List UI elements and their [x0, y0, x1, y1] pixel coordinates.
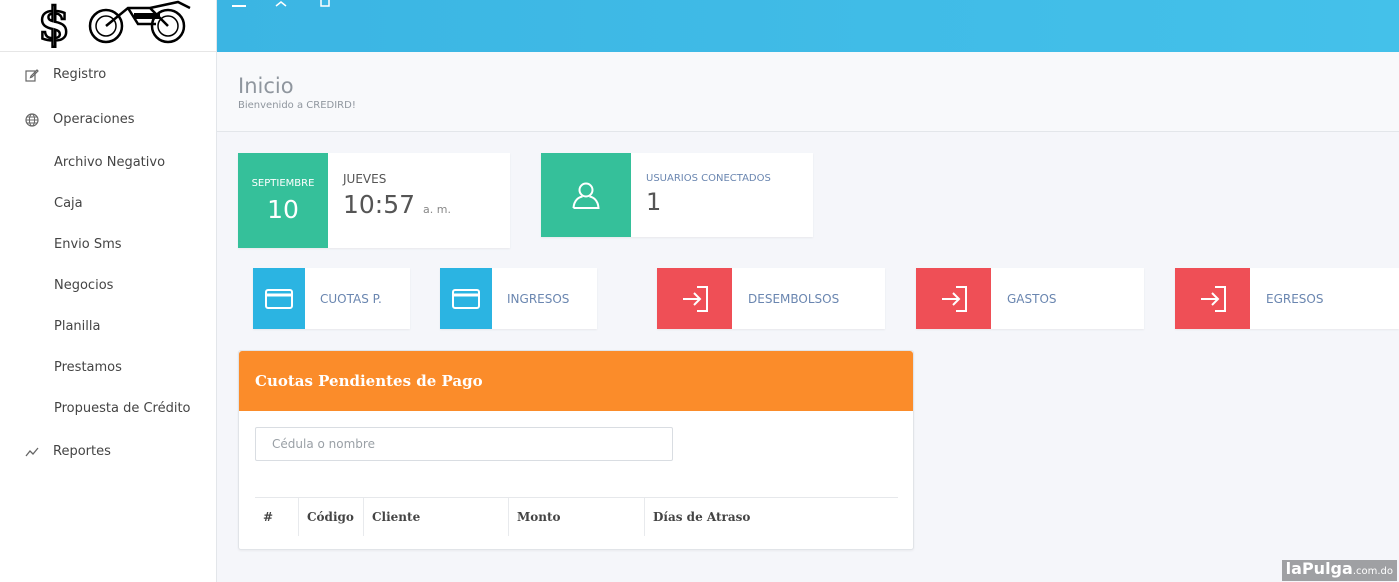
edit-icon [24, 67, 40, 83]
panel-title: Cuotas Pendientes de Pago [255, 372, 483, 390]
tile-cuotas[interactable]: CUOTAS P. [253, 268, 410, 329]
tile-badge [916, 268, 991, 329]
sidebar-item-registro[interactable]: Registro [0, 52, 216, 97]
sidebar-nav: Registro Operaciones Archivo Negativo Ca… [0, 52, 216, 474]
page-title: Inicio [238, 74, 294, 98]
main-content: Inicio Bienvenido a CREDIRD! SEPTIEMBRE … [217, 52, 1399, 582]
date-month: SEPTIEMBRE [251, 177, 315, 189]
sidebar-item-label: Archivo Negativo [54, 155, 166, 170]
tile-badge [440, 268, 492, 329]
sidebar-item-label: Prestamos [54, 360, 122, 375]
date-day: 10 [267, 194, 299, 224]
panel-header: Cuotas Pendientes de Pago [239, 351, 913, 411]
search-input[interactable] [255, 427, 673, 461]
sidebar-item-archivo-negativo[interactable]: Archivo Negativo [0, 142, 216, 183]
watermark-domain: .com.do [1352, 566, 1393, 577]
tile-badge [253, 268, 305, 329]
time-ampm: a. m. [423, 203, 451, 216]
sign-in-icon [1200, 285, 1226, 312]
sidebar-item-label: Caja [54, 196, 83, 211]
tile-egresos[interactable]: EGRESOS [1175, 268, 1399, 329]
menu-toggle-icon[interactable] [231, 0, 247, 10]
pending-payments-panel: Cuotas Pendientes de Pago # Código Clien… [238, 350, 914, 550]
sidebar-item-reportes[interactable]: Reportes [0, 429, 216, 474]
column-header-dias-atraso[interactable]: Días de Atraso [645, 498, 898, 536]
credit-card-icon [452, 288, 480, 309]
tile-ingresos[interactable]: INGRESOS [440, 268, 597, 329]
time-body: JUEVES 10:57 a. m. [328, 153, 451, 248]
sidebar-item-label: Reportes [53, 444, 111, 459]
users-label: USUARIOS CONECTADOS [646, 173, 771, 184]
sidebar-item-planilla[interactable]: Planilla [0, 306, 216, 347]
date-time-card: SEPTIEMBRE 10 JUEVES 10:57 a. m. [238, 153, 510, 248]
sidebar-item-label: Propuesta de Crédito [54, 401, 191, 416]
sidebar-item-caja[interactable]: Caja [0, 183, 216, 224]
sidebar-item-operaciones[interactable]: Operaciones [0, 97, 216, 142]
credit-card-icon [265, 288, 293, 309]
tile-badge [657, 268, 732, 329]
user-icon [572, 182, 600, 209]
weekday: JUEVES [343, 172, 387, 186]
sidebar-item-negocios[interactable]: Negocios [0, 265, 216, 306]
clock-time: 10:57 a. m. [343, 190, 451, 219]
sidebar-item-prestamos[interactable]: Prestamos [0, 347, 216, 388]
sidebar-item-label: Registro [53, 67, 107, 82]
globe-icon [24, 112, 40, 128]
logo-image: $ [38, 0, 191, 50]
watermark: laPulga.com.do [1281, 559, 1397, 581]
sidebar-item-label: Envio Sms [54, 237, 122, 252]
tile-label: CUOTAS P. [320, 291, 382, 306]
time-value: 10:57 [343, 190, 416, 219]
watermark-brand: laPulga [1285, 559, 1353, 578]
connected-users-card: USUARIOS CONECTADOS 1 [541, 153, 813, 237]
tile-label: EGRESOS [1266, 291, 1324, 306]
page-subtitle: Bienvenido a CREDIRD! [238, 100, 356, 111]
sidebar-item-label: Planilla [54, 319, 101, 334]
tile-label: INGRESOS [507, 291, 570, 306]
column-header-cliente[interactable]: Cliente [364, 498, 509, 536]
logout-icon[interactable] [317, 0, 333, 10]
sign-in-icon [941, 285, 967, 312]
svg-text:$: $ [38, 0, 70, 50]
table-header: # Código Cliente Monto Días de Atraso [255, 497, 898, 536]
sidebar-item-propuesta-credito[interactable]: Propuesta de Crédito [0, 388, 216, 429]
column-header-codigo[interactable]: Código [299, 498, 364, 536]
sign-in-icon [682, 285, 708, 312]
top-bar [217, 0, 1399, 52]
tile-gastos[interactable]: GASTOS [916, 268, 1144, 329]
sidebar-item-label: Negocios [54, 278, 114, 293]
sidebar: $ Registro Operaciones Archivo Negativo … [0, 0, 217, 582]
column-header-monto[interactable]: Monto [509, 498, 645, 536]
sidebar-item-label: Operaciones [53, 112, 135, 127]
tile-badge [1175, 268, 1250, 329]
users-badge [541, 153, 631, 237]
tile-label: DESEMBOLSOS [748, 291, 840, 306]
tile-desembolsos[interactable]: DESEMBOLSOS [657, 268, 885, 329]
logo: $ [0, 0, 216, 52]
date-badge: SEPTIEMBRE 10 [238, 153, 328, 248]
users-count: 1 [646, 188, 662, 216]
users-body: USUARIOS CONECTADOS 1 [631, 153, 771, 237]
user-icon[interactable] [273, 0, 289, 10]
page-header: Inicio Bienvenido a CREDIRD! [217, 52, 1399, 132]
tile-label: GASTOS [1007, 291, 1057, 306]
sidebar-item-envio-sms[interactable]: Envio Sms [0, 224, 216, 265]
trend-line-icon [24, 444, 40, 460]
column-header-number[interactable]: # [255, 498, 299, 536]
